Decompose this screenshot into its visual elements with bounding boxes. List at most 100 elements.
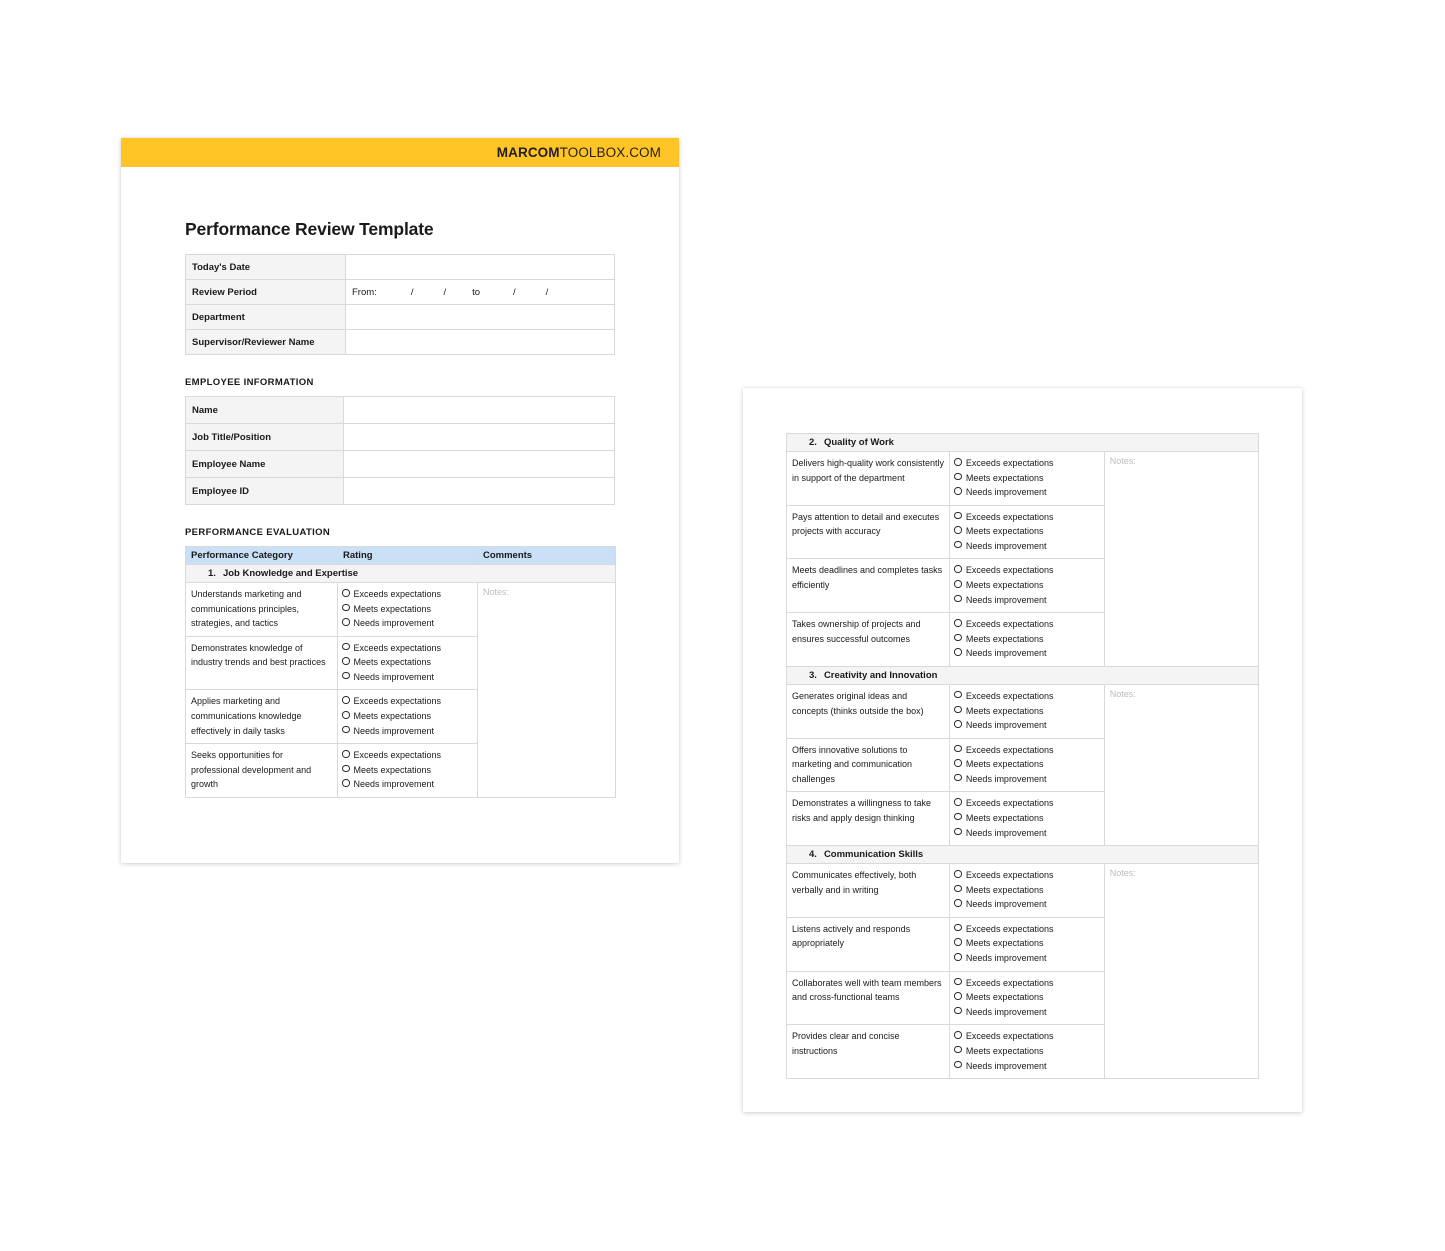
rating-option-meets-expectations[interactable]: Meets expectations bbox=[342, 602, 472, 617]
rating-option-meets-expectations[interactable]: Meets expectations bbox=[954, 1044, 1098, 1059]
radio-circle-icon[interactable] bbox=[342, 642, 350, 651]
radio-circle-icon[interactable] bbox=[342, 696, 350, 704]
rating-option-needs-improvement[interactable]: Needs improvement bbox=[342, 777, 472, 792]
radio-circle-icon[interactable] bbox=[954, 827, 962, 836]
radio-circle-icon[interactable] bbox=[954, 798, 962, 806]
rating-option-exceeds-expectations[interactable]: Exceeds expectations bbox=[954, 868, 1098, 883]
rating-option-meets-expectations[interactable]: Meets expectations bbox=[954, 704, 1098, 719]
notes-cell[interactable]: Notes: bbox=[1103, 683, 1260, 847]
rating-option-needs-improvement[interactable]: Needs improvement bbox=[954, 646, 1098, 661]
rating-option-needs-improvement[interactable]: Needs improvement bbox=[954, 593, 1098, 608]
rating-option-needs-improvement[interactable]: Needs improvement bbox=[954, 951, 1098, 966]
radio-circle-icon[interactable] bbox=[342, 671, 350, 680]
radio-circle-icon[interactable] bbox=[342, 711, 350, 719]
rating-option-meets-expectations[interactable]: Meets expectations bbox=[342, 655, 472, 670]
radio-circle-icon[interactable] bbox=[954, 1006, 962, 1015]
radio-circle-icon[interactable] bbox=[954, 487, 962, 495]
rating-option-needs-improvement[interactable]: Needs improvement bbox=[954, 539, 1098, 554]
rating-option-exceeds-expectations[interactable]: Exceeds expectations bbox=[342, 641, 472, 656]
rating-option-exceeds-expectations[interactable]: Exceeds expectations bbox=[954, 563, 1098, 578]
notes-cell[interactable]: Notes: bbox=[1103, 451, 1260, 667]
radio-circle-icon[interactable] bbox=[954, 977, 962, 986]
rating-option-exceeds-expectations[interactable]: Exceeds expectations bbox=[954, 922, 1098, 937]
radio-circle-icon[interactable] bbox=[954, 565, 962, 573]
radio-circle-icon[interactable] bbox=[954, 759, 962, 767]
radio-circle-icon[interactable] bbox=[954, 812, 962, 821]
rating-option-needs-improvement[interactable]: Needs improvement bbox=[342, 670, 472, 685]
rating-option-exceeds-expectations[interactable]: Exceeds expectations bbox=[954, 1029, 1098, 1044]
radio-circle-icon[interactable] bbox=[954, 923, 962, 932]
rating-option-needs-improvement[interactable]: Needs improvement bbox=[342, 724, 472, 739]
radio-circle-icon[interactable] bbox=[954, 1045, 962, 1054]
rating-option-exceeds-expectations[interactable]: Exceeds expectations bbox=[954, 743, 1098, 758]
radio-circle-icon[interactable] bbox=[954, 619, 962, 627]
radio-circle-icon[interactable] bbox=[954, 744, 962, 753]
notes-cell[interactable]: Notes: bbox=[477, 582, 616, 798]
job-title-field[interactable] bbox=[343, 423, 615, 451]
radio-circle-icon[interactable] bbox=[342, 618, 350, 626]
radio-circle-icon[interactable] bbox=[954, 705, 962, 714]
radio-circle-icon[interactable] bbox=[954, 899, 962, 907]
rating-option-meets-expectations[interactable]: Meets expectations bbox=[954, 936, 1098, 951]
rating-option-meets-expectations[interactable]: Meets expectations bbox=[954, 990, 1098, 1005]
rating-option-exceeds-expectations[interactable]: Exceeds expectations bbox=[954, 456, 1098, 471]
rating-option-meets-expectations[interactable]: Meets expectations bbox=[954, 811, 1098, 826]
radio-circle-icon[interactable] bbox=[342, 589, 350, 597]
radio-circle-icon[interactable] bbox=[342, 725, 350, 734]
rating-option-needs-improvement[interactable]: Needs improvement bbox=[954, 897, 1098, 912]
radio-circle-icon[interactable] bbox=[954, 884, 962, 893]
rating-option-exceeds-expectations[interactable]: Exceeds expectations bbox=[342, 694, 472, 709]
rating-option-needs-improvement[interactable]: Needs improvement bbox=[954, 718, 1098, 733]
radio-circle-icon[interactable] bbox=[954, 1031, 962, 1039]
radio-circle-icon[interactable] bbox=[954, 773, 962, 782]
rating-option-exceeds-expectations[interactable]: Exceeds expectations bbox=[954, 796, 1098, 811]
employee-full-name-field[interactable] bbox=[343, 450, 615, 478]
radio-circle-icon[interactable] bbox=[954, 953, 962, 961]
rating-option-exceeds-expectations[interactable]: Exceeds expectations bbox=[342, 748, 472, 763]
rating-option-needs-improvement[interactable]: Needs improvement bbox=[954, 1059, 1098, 1074]
rating-option-meets-expectations[interactable]: Meets expectations bbox=[954, 471, 1098, 486]
rating-option-meets-expectations[interactable]: Meets expectations bbox=[954, 524, 1098, 539]
rating-option-exceeds-expectations[interactable]: Exceeds expectations bbox=[954, 510, 1098, 525]
rating-option-exceeds-expectations[interactable]: Exceeds expectations bbox=[342, 587, 472, 602]
radio-circle-icon[interactable] bbox=[954, 992, 962, 1000]
rating-option-needs-improvement[interactable]: Needs improvement bbox=[954, 1005, 1098, 1020]
radio-circle-icon[interactable] bbox=[342, 750, 350, 758]
radio-circle-icon[interactable] bbox=[342, 603, 350, 612]
rating-option-exceeds-expectations[interactable]: Exceeds expectations bbox=[954, 976, 1098, 991]
rating-option-meets-expectations[interactable]: Meets expectations bbox=[954, 578, 1098, 593]
radio-circle-icon[interactable] bbox=[954, 633, 962, 642]
radio-circle-icon[interactable] bbox=[954, 648, 962, 656]
radio-circle-icon[interactable] bbox=[954, 1060, 962, 1068]
rating-option-needs-improvement[interactable]: Needs improvement bbox=[954, 485, 1098, 500]
rating-option-exceeds-expectations[interactable]: Exceeds expectations bbox=[954, 617, 1098, 632]
department-field[interactable] bbox=[345, 304, 615, 330]
radio-circle-icon[interactable] bbox=[954, 870, 962, 878]
radio-circle-icon[interactable] bbox=[954, 540, 962, 549]
rating-option-exceeds-expectations[interactable]: Exceeds expectations bbox=[954, 689, 1098, 704]
radio-circle-icon[interactable] bbox=[954, 472, 962, 481]
notes-cell[interactable]: Notes: bbox=[1103, 863, 1260, 1080]
rating-option-needs-improvement[interactable]: Needs improvement bbox=[342, 616, 472, 631]
radio-circle-icon[interactable] bbox=[342, 657, 350, 665]
radio-circle-icon[interactable] bbox=[954, 526, 962, 534]
rating-option-meets-expectations[interactable]: Meets expectations bbox=[954, 883, 1098, 898]
review-period-field[interactable]: From: / / to / / bbox=[345, 279, 615, 305]
radio-circle-icon[interactable] bbox=[954, 720, 962, 728]
radio-circle-icon[interactable] bbox=[954, 594, 962, 603]
rating-option-meets-expectations[interactable]: Meets expectations bbox=[342, 709, 472, 724]
radio-circle-icon[interactable] bbox=[342, 779, 350, 787]
rating-option-meets-expectations[interactable]: Meets expectations bbox=[954, 757, 1098, 772]
radio-circle-icon[interactable] bbox=[954, 938, 962, 946]
rating-option-meets-expectations[interactable]: Meets expectations bbox=[954, 632, 1098, 647]
todays-date-field[interactable] bbox=[345, 254, 615, 280]
rating-option-needs-improvement[interactable]: Needs improvement bbox=[954, 772, 1098, 787]
radio-circle-icon[interactable] bbox=[954, 458, 962, 466]
supervisor-name-field[interactable] bbox=[345, 329, 615, 355]
radio-circle-icon[interactable] bbox=[954, 690, 962, 699]
employee-name-field[interactable] bbox=[343, 396, 615, 424]
radio-circle-icon[interactable] bbox=[342, 764, 350, 773]
radio-circle-icon[interactable] bbox=[954, 511, 962, 520]
radio-circle-icon[interactable] bbox=[954, 580, 962, 588]
employee-id-field[interactable] bbox=[343, 477, 615, 505]
